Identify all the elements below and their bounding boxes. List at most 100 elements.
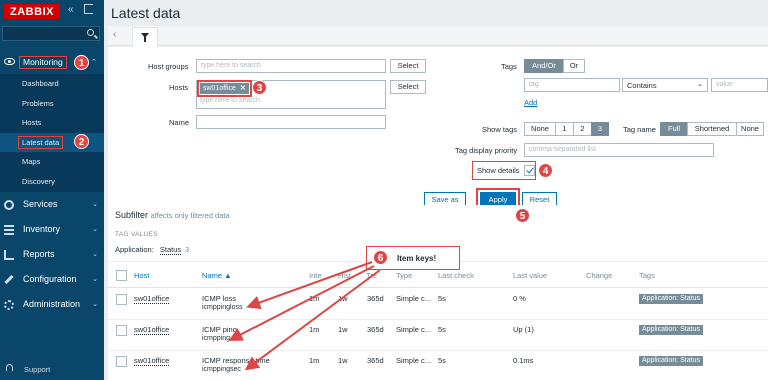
nav-administration[interactable]: Administration ⌄ — [0, 292, 104, 317]
hosts-select-button[interactable]: Select — [390, 80, 426, 94]
column-type: Type — [396, 271, 413, 280]
tag-operator-select[interactable]: Contains ⌄ — [622, 78, 708, 92]
tag-priority-label: Tag display priority — [455, 146, 518, 155]
name-input[interactable] — [196, 115, 386, 129]
submenu-item-maps[interactable]: Maps — [0, 152, 104, 172]
step-badge-6: 6 — [373, 250, 388, 265]
tag-operator-value: Contains — [627, 81, 657, 90]
tags-evaltype-toggle: And/Or Or — [524, 59, 585, 73]
nav-support[interactable]: Support — [0, 360, 104, 378]
row-host-link[interactable]: sw01office — [134, 294, 170, 304]
application-count: 3 — [185, 247, 190, 254]
show-details-label: Show details — [477, 166, 520, 175]
application-label: Application: — [115, 245, 154, 254]
submenu-item-dashboard[interactable]: Dashboard — [0, 74, 104, 94]
row-checkbox[interactable] — [116, 356, 127, 367]
column-interval: Inte — [309, 271, 322, 280]
reports-icon — [4, 250, 14, 260]
and-or-option[interactable]: And/Or — [524, 59, 564, 73]
row-host-link[interactable]: sw01office — [134, 325, 170, 335]
nav-reports[interactable]: Reports ⌄ — [0, 242, 104, 267]
row-type: Simple c... — [396, 294, 432, 303]
hosts-label: Hosts — [169, 83, 189, 92]
host-chip[interactable]: sw01office ✕ — [197, 80, 252, 97]
row-checkbox[interactable] — [116, 325, 127, 336]
row-host-link[interactable]: sw01office — [134, 356, 170, 366]
row-tag[interactable]: Application: Status — [639, 356, 703, 366]
tag-name-shortened[interactable]: Shortened — [687, 122, 737, 136]
tags-label: Tags — [501, 62, 517, 71]
close-icon[interactable]: ✕ — [240, 85, 246, 92]
chevron-down-icon: ⌄ — [697, 81, 703, 88]
latest-data-table: Host Name ▲ Inte Hist Tre Type Last chec… — [108, 262, 768, 380]
row-trends: 365d — [367, 294, 384, 303]
tag-name-full[interactable]: Full — [660, 122, 688, 136]
row-tag[interactable]: Application: Status — [639, 294, 703, 304]
show-tags-3[interactable]: 3 — [591, 122, 609, 136]
nav-monitoring-label[interactable]: Monitoring — [19, 56, 67, 69]
filter-tab-bar: ‹ — [108, 26, 768, 47]
eye-icon — [4, 58, 15, 65]
show-tags-2[interactable]: 2 — [573, 122, 592, 136]
row-item-name[interactable]: ICMP response time — [202, 356, 270, 365]
row-item-key: icmppingsec — [202, 366, 241, 373]
row-last-value: 0.1ms — [513, 356, 534, 365]
collapse-sidebar-icon[interactable]: « — [68, 4, 74, 15]
row-item-key: icmpping — [202, 335, 231, 342]
nav-label: Services — [23, 199, 58, 209]
main-content: Latest data ‹ Host groups type here to s… — [104, 0, 768, 380]
nav-inventory[interactable]: Inventory ⌄ — [0, 217, 104, 242]
monitoring-submenu: Dashboard Problems Hosts Latest data Map… — [0, 74, 104, 192]
or-option[interactable]: Or — [563, 59, 585, 73]
tab-filter[interactable] — [132, 27, 158, 47]
nav-configuration[interactable]: Configuration ⌄ — [0, 267, 104, 292]
chevron-down-icon: ⌄ — [92, 226, 98, 233]
sidebar-search-input[interactable] — [2, 26, 100, 41]
show-tags-none[interactable]: None — [524, 122, 556, 136]
column-host[interactable]: Host — [134, 271, 149, 280]
inventory-icon — [4, 225, 14, 235]
sidebar: ZABBIX « Monitoring ⌃ Dashboard Problems… — [0, 0, 104, 380]
column-name[interactable]: Name ▲ — [202, 271, 232, 280]
row-checkbox[interactable] — [116, 294, 127, 305]
host-groups-input[interactable]: type here to search — [196, 59, 386, 73]
row-interval: 1m — [309, 325, 320, 334]
submenu-item-discovery[interactable]: Discovery — [0, 172, 104, 192]
show-tags-1[interactable]: 1 — [555, 122, 574, 136]
tag-values-heading: TAG VALUES — [115, 231, 158, 238]
row-last-check: 5s — [438, 294, 446, 303]
row-item-name[interactable]: ICMP loss — [202, 294, 236, 303]
row-item-name[interactable]: ICMP ping — [202, 325, 237, 334]
host-groups-select-button[interactable]: Select — [390, 59, 426, 73]
show-tags-toggle: None 1 2 3 — [524, 122, 609, 136]
host-groups-label: Host groups — [148, 62, 189, 71]
step-badge-5: 5 — [515, 208, 530, 223]
search-icon[interactable] — [87, 29, 94, 36]
tag-input[interactable]: tag — [524, 78, 620, 92]
subfilter-title-text: Subfilter — [115, 210, 149, 220]
row-tag[interactable]: Application: Status — [639, 325, 703, 335]
select-all-checkbox[interactable] — [116, 270, 127, 281]
tag-name-none[interactable]: None — [736, 122, 764, 136]
step-badge-2: 2 — [74, 134, 89, 149]
kiosk-mode-icon[interactable] — [84, 4, 93, 14]
show-details-checkbox[interactable] — [524, 165, 535, 176]
nav-services[interactable]: Services ⌄ — [0, 192, 104, 217]
column-history: Hist — [338, 271, 351, 280]
submenu-item-problems[interactable]: Problems — [0, 94, 104, 114]
tag-priority-input[interactable]: comma-separated list — [524, 143, 714, 157]
column-tags: Tags — [639, 271, 655, 280]
application-value-link[interactable]: Status — [159, 245, 182, 255]
row-trends: 365d — [367, 325, 384, 334]
row-type: Simple c... — [396, 325, 432, 334]
row-history: 1w — [338, 325, 348, 334]
add-tag-link[interactable]: Add — [524, 98, 537, 107]
submenu-item-hosts[interactable]: Hosts — [0, 113, 104, 133]
hosts-input[interactable]: sw01office ✕ type here to search — [196, 80, 386, 109]
table-row: sw01office ICMP loss icmppingloss 1m 1w … — [108, 289, 768, 320]
zabbix-logo[interactable]: ZABBIX — [4, 4, 60, 19]
nav-label: Inventory — [23, 224, 61, 234]
chevron-left-icon[interactable]: ‹ — [113, 29, 116, 40]
tag-value-input[interactable]: value — [711, 78, 768, 92]
submenu-label: Hosts — [22, 118, 42, 127]
